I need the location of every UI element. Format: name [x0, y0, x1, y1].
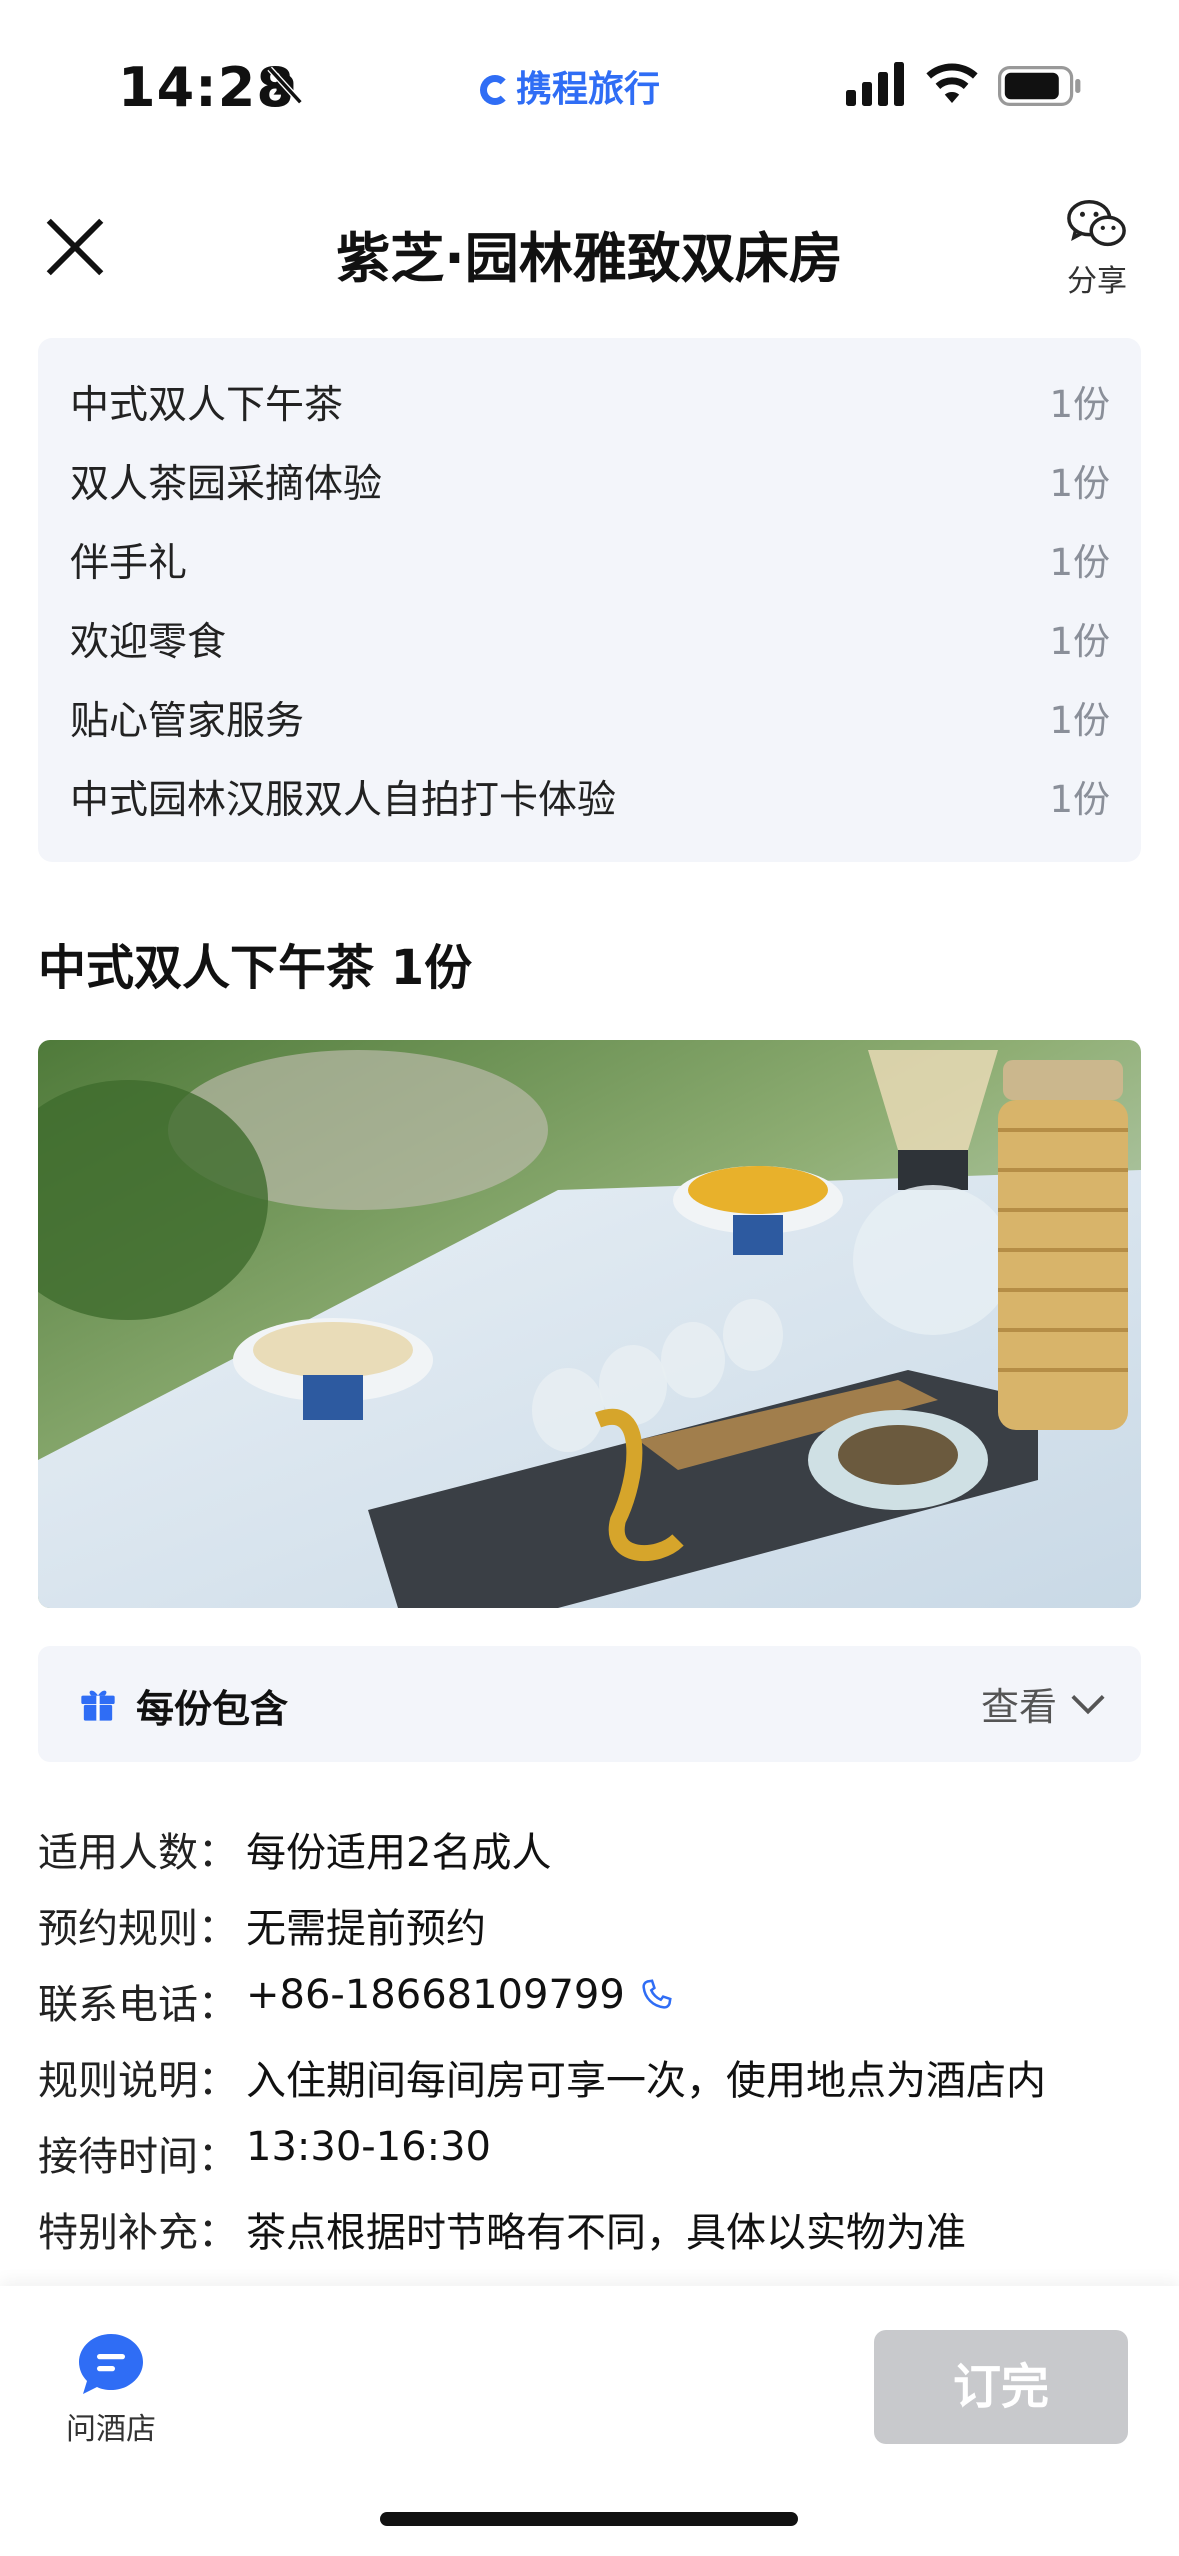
- detail-key: 规则说明：: [38, 2058, 238, 2104]
- phone-link[interactable]: +86-18668109799: [246, 1972, 675, 2018]
- detail-key: 特别补充：: [38, 2210, 238, 2256]
- phone-icon[interactable]: [637, 1976, 675, 2014]
- detail-key: 预约规则：: [38, 1906, 238, 1952]
- detail-row: 适用人数： 每份适用2名成人: [38, 1820, 1158, 1880]
- brand-name: 携程旅行: [516, 69, 661, 110]
- wechat-share-icon: [1067, 199, 1126, 247]
- section-title: 中式双人下午茶 1份: [38, 940, 473, 996]
- detail-key: 联系电话：: [38, 1982, 238, 2028]
- detail-row: 预约规则： 无需提前预约: [38, 1896, 1158, 1956]
- detail-value: 入住期间每间房可享一次，使用地点为酒店内: [246, 2058, 1046, 2104]
- package-item-name: 双人茶园采摘体验: [70, 462, 383, 507]
- cellular-signal-icon: [846, 62, 904, 106]
- detail-value: 茶点根据时节略有不同，具体以实物为准: [246, 2210, 966, 2256]
- package-item-qty: 1份: [1049, 699, 1110, 742]
- includes-bar[interactable]: 每份包含 查看: [38, 1646, 1141, 1762]
- detail-value: 13:30-16:30: [246, 2124, 491, 2170]
- chevron-down-icon: [1071, 1695, 1105, 1715]
- ask-hotel-button[interactable]: 问酒店: [56, 2330, 166, 2448]
- book-button[interactable]: 订完: [874, 2330, 1128, 2444]
- brand-logo: 携程旅行: [480, 60, 660, 112]
- ask-hotel-label: 问酒店: [66, 2412, 156, 2447]
- bottom-action-bar: 问酒店 订完: [0, 2286, 1179, 2556]
- package-item-qty: 1份: [1049, 778, 1110, 821]
- status-bar: 14:28 携程旅行: [0, 0, 1179, 150]
- detail-value: 无需提前预约: [246, 1906, 486, 1952]
- share-button[interactable]: 分享: [1052, 196, 1142, 306]
- page-header: 紫芝·园林雅致双床房 分享: [0, 190, 1179, 310]
- package-item-name: 伴手礼: [70, 541, 188, 586]
- package-item: 中式双人下午茶 1份: [70, 374, 1110, 434]
- package-item: 双人茶园采摘体验 1份: [70, 453, 1110, 513]
- package-item: 贴心管家服务 1份: [70, 690, 1110, 750]
- package-item: 欢迎零食 1份: [70, 611, 1110, 671]
- view-includes-button[interactable]: 查看: [981, 1676, 1107, 1731]
- package-item-qty: 1份: [1049, 383, 1110, 426]
- detail-key: 适用人数：: [38, 1830, 238, 1876]
- afternoon-tea-photo[interactable]: [38, 1040, 1141, 1608]
- brand-mark-icon: [480, 75, 510, 105]
- bell-off-icon: [267, 66, 303, 105]
- detail-row: 接待时间： 13:30-16:30: [38, 2124, 1158, 2184]
- share-label: 分享: [1067, 264, 1127, 299]
- package-item-name: 贴心管家服务: [70, 699, 305, 744]
- package-item-qty: 1份: [1049, 462, 1110, 505]
- detail-row: 特别补充： 茶点根据时节略有不同，具体以实物为准: [38, 2200, 1158, 2260]
- package-item-name: 欢迎零食: [70, 620, 227, 665]
- package-item-name: 中式园林汉服双人自拍打卡体验: [70, 778, 617, 823]
- package-items-panel: 中式双人下午茶 1份 双人茶园采摘体验 1份 伴手礼 1份 欢迎零食 1份 贴心…: [38, 338, 1141, 862]
- battery-icon: [998, 66, 1081, 106]
- wifi-icon: [926, 63, 978, 103]
- package-item: 中式园林汉服双人自拍打卡体验 1份: [70, 769, 1110, 829]
- package-item-name: 中式双人下午茶: [70, 383, 344, 428]
- detail-row: 联系电话： +86-18668109799: [38, 1972, 1158, 2032]
- home-indicator: [380, 2512, 798, 2526]
- chat-bubble-icon: [79, 2334, 143, 2394]
- includes-label: 每份包含: [136, 1687, 289, 1731]
- page-title: 紫芝·园林雅致双床房: [336, 227, 843, 290]
- detail-key: 接待时间：: [38, 2134, 238, 2180]
- detail-value: 每份适用2名成人: [246, 1830, 552, 1876]
- package-item-qty: 1份: [1049, 541, 1110, 584]
- gift-icon: [81, 1690, 115, 1721]
- package-item-qty: 1份: [1049, 620, 1110, 663]
- phone-number[interactable]: +86-18668109799: [246, 1972, 625, 2018]
- detail-row: 规则说明： 入住期间每间房可享一次，使用地点为酒店内: [38, 2048, 1158, 2108]
- view-label: 查看: [980, 1685, 1057, 1729]
- package-item: 伴手礼 1份: [70, 532, 1110, 592]
